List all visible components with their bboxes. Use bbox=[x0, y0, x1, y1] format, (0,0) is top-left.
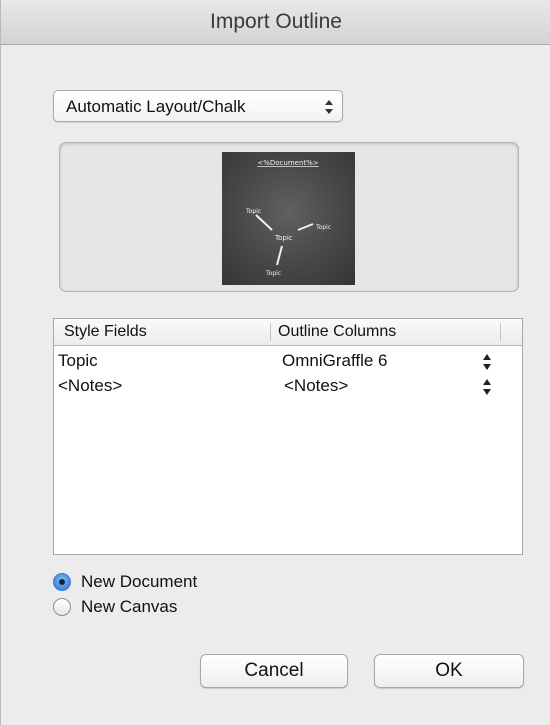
style-field-cell: <Notes> bbox=[58, 376, 123, 395]
outline-column-stepper-icon[interactable] bbox=[482, 352, 492, 372]
title-bar: Import Outline bbox=[1, 0, 550, 45]
up-down-arrows-icon bbox=[325, 100, 333, 114]
preview-document-label: <%Document%> bbox=[257, 159, 318, 167]
column-header-outline-columns[interactable]: Outline Columns bbox=[278, 323, 396, 341]
column-divider bbox=[500, 323, 501, 341]
preview-topic-label: Topic bbox=[274, 234, 293, 242]
connector-line bbox=[297, 223, 314, 231]
column-header-style-fields[interactable]: Style Fields bbox=[64, 323, 147, 341]
table-header: Style Fields Outline Columns bbox=[54, 319, 522, 346]
import-outline-dialog: Import Outline Automatic Layout/Chalk <%… bbox=[0, 0, 550, 725]
radio-button-selected[interactable] bbox=[53, 573, 71, 591]
dialog-title: Import Outline bbox=[210, 10, 342, 33]
chalk-template-thumbnail: <%Document%> Topic Topic Topic Topic bbox=[222, 152, 355, 285]
radio-button[interactable] bbox=[53, 598, 71, 616]
field-mapping-table[interactable]: Style Fields Outline Columns Topic OmniG… bbox=[53, 318, 523, 555]
radio-label: New Document bbox=[81, 572, 198, 591]
radio-label: New Canvas bbox=[81, 597, 178, 616]
preview-topic-label: Topic bbox=[265, 270, 281, 277]
column-divider bbox=[270, 323, 271, 341]
preview-topic-label: Topic bbox=[245, 208, 261, 215]
table-row[interactable]: <Notes> <Notes> bbox=[54, 375, 522, 399]
table-row[interactable]: Topic OmniGraffle 6 bbox=[54, 350, 522, 374]
outline-column-cell: <Notes> bbox=[284, 376, 349, 395]
preview-topic-label: Topic bbox=[315, 224, 331, 231]
outline-column-cell: OmniGraffle 6 bbox=[282, 351, 388, 370]
layout-style-popup[interactable]: Automatic Layout/Chalk bbox=[53, 90, 343, 122]
ok-button[interactable]: OK bbox=[374, 654, 524, 688]
connector-line bbox=[276, 245, 283, 266]
outline-column-stepper-icon[interactable] bbox=[482, 377, 492, 397]
style-field-cell: Topic bbox=[58, 351, 98, 370]
connector-line bbox=[255, 214, 273, 231]
cancel-button[interactable]: Cancel bbox=[200, 654, 348, 688]
layout-style-selected: Automatic Layout/Chalk bbox=[66, 97, 246, 116]
